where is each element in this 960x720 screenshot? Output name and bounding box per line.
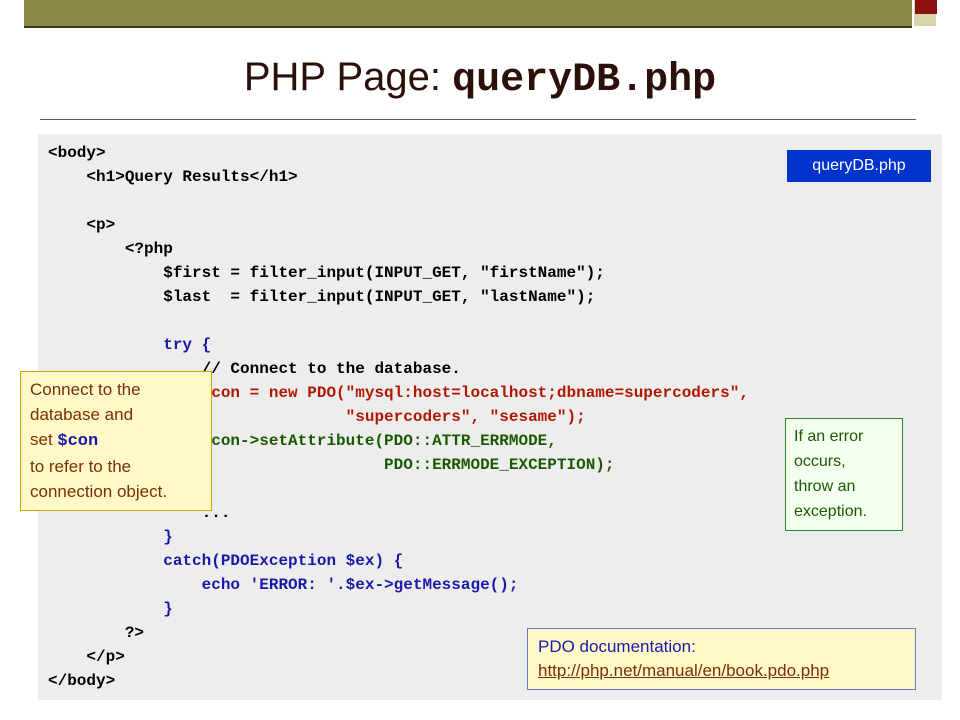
pdo-doc-heading: PDO documentation:	[538, 637, 696, 656]
pdo-doc-link[interactable]: http://php.net/manual/en/book.pdo.php	[538, 659, 905, 683]
connect-callout-line: connection object.	[30, 482, 168, 501]
connect-callout-line: set $con	[30, 427, 202, 454]
error-callout-line: occurs,	[794, 453, 846, 470]
top-decor-bar	[24, 0, 912, 28]
connect-callout: Connect to the database and set $con to …	[20, 371, 212, 511]
error-callout: If an error occurs, throw an exception.	[785, 418, 903, 531]
connect-callout-var: $con	[57, 432, 99, 451]
code-line: $last = filter_input(INPUT_GET, "lastNam…	[48, 288, 596, 306]
pdo-doc-callout: PDO documentation: http://php.net/manual…	[527, 628, 916, 690]
code-line: $first = filter_input(INPUT_GET, "firstN…	[48, 264, 605, 282]
slide-title-file: queryDB.php	[452, 58, 717, 103]
code-line: <body>	[48, 144, 106, 162]
title-divider	[40, 119, 916, 120]
error-callout-line: exception.	[794, 503, 867, 520]
slide-title-prefix: PHP Page:	[243, 55, 453, 99]
code-line: }	[48, 528, 173, 546]
code-line: echo 'ERROR: '.$ex->getMessage();	[48, 576, 519, 594]
file-label-badge: queryDB.php	[787, 150, 931, 182]
code-line: <h1>Query Results</h1>	[48, 168, 298, 186]
error-callout-line: throw an	[794, 478, 856, 495]
code-line: try {	[48, 336, 212, 354]
code-line: <?php	[48, 240, 173, 258]
code-line: catch(PDOException $ex) {	[48, 552, 404, 570]
connect-callout-line: to refer to the	[30, 457, 132, 476]
code-line: ?>	[48, 624, 145, 642]
top-decor-square-red	[915, 0, 937, 14]
slide-title: PHP Page: queryDB.php	[0, 55, 960, 103]
code-line: }	[48, 600, 173, 618]
code-line: </body>	[48, 672, 116, 690]
code-line: <p>	[48, 216, 116, 234]
connect-callout-line: database and	[30, 405, 134, 424]
connect-callout-prefix: set	[30, 430, 58, 449]
connect-callout-line: Connect to the	[30, 380, 141, 399]
error-callout-line: If an error	[794, 428, 864, 445]
code-line: </p>	[48, 648, 125, 666]
